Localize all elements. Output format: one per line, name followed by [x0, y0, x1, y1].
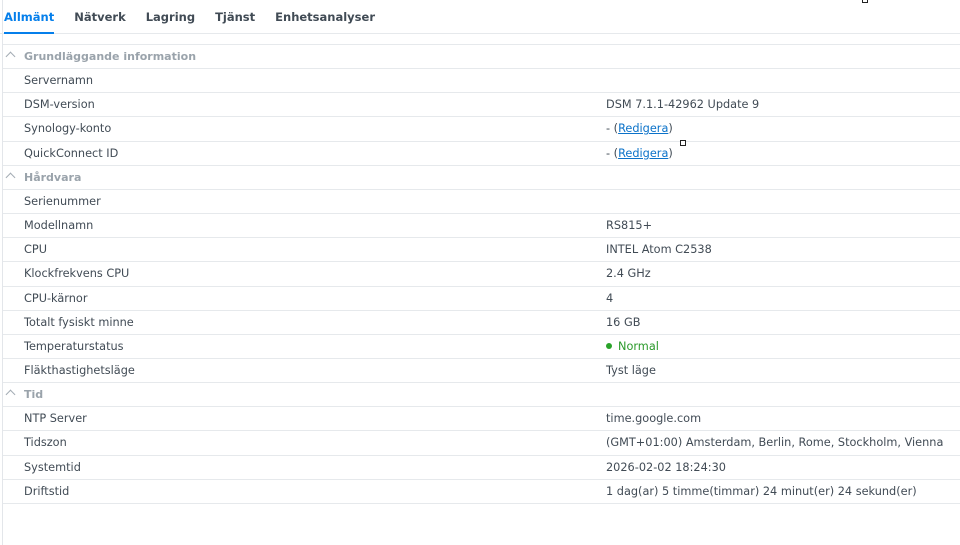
row-value: RS815+	[606, 218, 653, 232]
chevron-up-icon[interactable]	[5, 389, 16, 400]
info-row-temperature-status: Temperaturstatus Normal	[3, 333, 960, 359]
info-row-dsm-version: DSM-version DSM 7.1.1-42962 Update 9	[3, 92, 960, 116]
value-prefix: - (	[606, 122, 619, 136]
status-ok-icon	[606, 342, 612, 349]
group-title: Grundläggande information	[24, 50, 197, 63]
temperature-status-text: Normal	[618, 339, 659, 353]
value-prefix: - (	[606, 146, 619, 160]
row-value: 4	[606, 291, 614, 305]
row-label: Modellnamn	[24, 218, 94, 232]
chevron-up-icon[interactable]	[5, 172, 16, 183]
row-label: Fläkthastighetsläge	[24, 364, 135, 378]
tab-device-analytics[interactable]: Enhetsanalyser	[275, 0, 375, 34]
tab-bar: Allmänt Nätverk Lagring Tjänst Enhetsana…	[0, 0, 960, 34]
row-value: INTEL Atom C2538	[606, 243, 712, 257]
row-label: Serienummer	[24, 194, 101, 208]
chevron-up-icon[interactable]	[5, 51, 16, 62]
row-value: 2026-02-02 18:24:30	[606, 460, 726, 474]
resize-handle-top[interactable]	[862, 0, 868, 3]
row-label: NTP Server	[24, 412, 87, 426]
tab-general[interactable]: Allmänt	[4, 0, 55, 34]
row-value: - (Redigera)	[606, 117, 673, 141]
tab-service[interactable]: Tjänst	[215, 0, 255, 34]
row-label: Tidszon	[24, 436, 67, 450]
group-header-time[interactable]: Tid	[3, 382, 960, 406]
info-row-quickconnect-id: QuickConnect ID - (Redigera)	[3, 140, 960, 166]
row-value: 1 dag(ar) 5 timme(timmar) 24 minut(er) 2…	[606, 484, 917, 498]
row-value: Tyst läge	[606, 364, 656, 378]
row-value: 2.4 GHz	[606, 267, 651, 281]
row-label: QuickConnect ID	[24, 146, 119, 160]
edit-quickconnect-link[interactable]: Redigera	[618, 147, 668, 160]
row-label: Totalt fysiskt minne	[24, 315, 134, 329]
tab-storage[interactable]: Lagring	[146, 0, 195, 34]
row-value: - (Redigera)	[606, 142, 673, 166]
info-panel: Grundläggande information Servernamn DSM…	[3, 44, 960, 505]
info-row-model-name: Modellnamn RS815+	[3, 212, 960, 237]
info-row-ntp-server: NTP Server time.google.com	[3, 406, 960, 430]
row-label: Driftstid	[24, 484, 70, 498]
info-row-timezone: Tidszon (GMT+01:00) Amsterdam, Berlin, R…	[3, 430, 960, 454]
info-row-serial-number: Serienummer	[3, 188, 960, 213]
group-title: Hårdvara	[24, 170, 82, 184]
row-label: CPU-kärnor	[24, 291, 88, 305]
row-label: CPU	[24, 243, 47, 257]
info-row-cpu-cores: CPU-kärnor 4	[3, 285, 960, 310]
value-suffix: )	[668, 122, 673, 136]
group-header-basic-info[interactable]: Grundläggande information	[3, 44, 960, 68]
info-row-fan-speed-mode: Fläkthastighetsläge Tyst läge	[3, 358, 960, 382]
info-row-uptime: Driftstid 1 dag(ar) 5 timme(timmar) 24 m…	[3, 478, 960, 503]
row-label: Klockfrekvens CPU	[24, 267, 130, 281]
group-title: Tid	[24, 388, 44, 402]
row-value: time.google.com	[606, 412, 702, 426]
row-label: Synology-konto	[24, 122, 112, 136]
row-value: (GMT+01:00) Amsterdam, Berlin, Rome, Sto…	[606, 436, 944, 450]
info-row-cpu: CPU INTEL Atom C2538	[3, 237, 960, 261]
row-value: DSM 7.1.1-42962 Update 9	[606, 98, 760, 112]
row-label: Systemtid	[24, 460, 81, 474]
row-label: DSM-version	[24, 98, 95, 112]
info-row-server-name: Servernamn	[3, 68, 960, 92]
row-value: 16 GB	[606, 315, 641, 329]
value-suffix: )	[668, 146, 673, 160]
info-row-cpu-clock: Klockfrekvens CPU 2.4 GHz	[3, 261, 960, 285]
info-row-synology-account: Synology-konto - (Redigera)	[3, 116, 960, 140]
group-header-hardware[interactable]: Hårdvara	[3, 164, 960, 189]
tab-network[interactable]: Nätverk	[74, 0, 126, 34]
info-row-system-time: Systemtid 2026-02-02 18:24:30	[3, 454, 960, 479]
row-label: Temperaturstatus	[24, 339, 124, 353]
edit-synology-account-link[interactable]: Redigera	[618, 122, 668, 135]
info-row-physical-memory: Totalt fysiskt minne 16 GB	[3, 309, 960, 334]
resize-handle[interactable]	[680, 140, 686, 146]
row-value: Normal	[606, 335, 659, 359]
row-label: Servernamn	[24, 74, 94, 87]
